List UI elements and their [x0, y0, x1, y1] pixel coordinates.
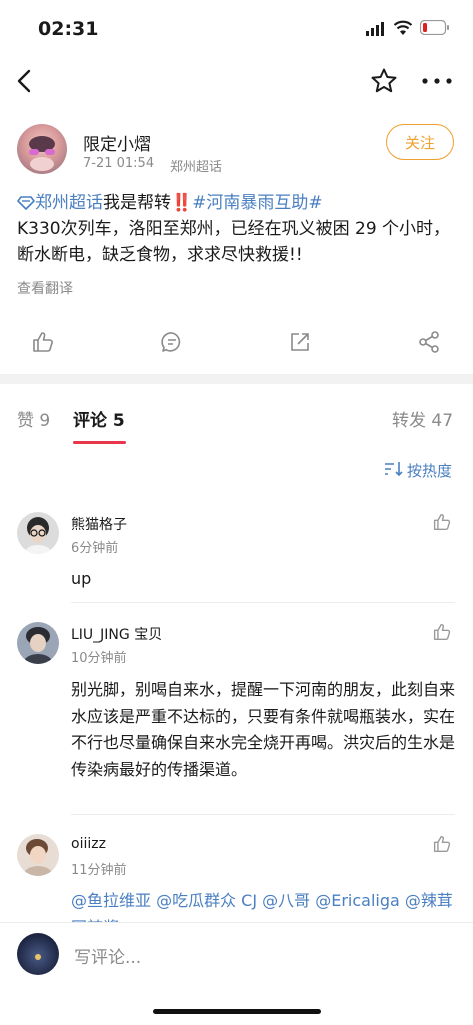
like-icon[interactable] [32, 331, 54, 353]
hashtag-link[interactable]: #河南暴雨互助# [192, 193, 323, 213]
my-avatar[interactable] [17, 933, 59, 975]
topic-link[interactable]: 郑州超话 [35, 193, 103, 213]
chevron-left-icon[interactable] [14, 68, 36, 94]
wifi-icon [393, 20, 413, 36]
share-icon[interactable] [289, 331, 311, 353]
comment-avatar[interactable] [17, 834, 59, 876]
comment-time: 6分钟前 [71, 541, 119, 556]
forward-icon[interactable] [418, 331, 440, 353]
comment-icon[interactable] [161, 331, 183, 353]
tab-reposts[interactable]: 转发 47 [392, 406, 453, 431]
translate-link[interactable]: 查看翻译 [17, 278, 73, 298]
sort-icon[interactable] [384, 461, 404, 477]
comment-like-icon[interactable] [433, 513, 451, 531]
home-indicator [153, 1009, 321, 1014]
comment-avatar[interactable] [17, 622, 59, 664]
diamond-icon [17, 196, 35, 210]
battery-icon [420, 20, 450, 35]
comment-author[interactable]: 熊猫格子 [71, 514, 127, 534]
sort-label[interactable]: 按热度 [407, 460, 452, 481]
comment-text: up [71, 569, 92, 588]
post-text: 郑州超话我是帮转‼️#河南暴雨互助# K330次列车，洛阳至郑州，已经在巩义被困… [17, 190, 461, 268]
nav-bar [0, 58, 473, 106]
post-source[interactable]: 郑州超话 [170, 156, 222, 175]
comment-avatar[interactable] [17, 512, 59, 554]
post-body: K330次列车，洛阳至郑州，已经在巩义被困 29 个小时，断水断电，缺乏食物，求… [17, 219, 451, 265]
post-lead: 我是帮转 [103, 193, 171, 213]
post-time: 7-21 01:54 [83, 156, 155, 171]
composer-bar: 写评论... [0, 922, 473, 1025]
tab-active-indicator [73, 441, 126, 444]
author-avatar[interactable] [17, 124, 67, 174]
comment-divider [71, 602, 455, 603]
follow-button[interactable]: 关注 [386, 124, 454, 160]
alarm-emoji: ‼️ [171, 193, 193, 213]
comment-author[interactable]: oiiizz [71, 836, 106, 852]
comment-mentions[interactable]: @鱼拉维亚 @吃瓜群众 CJ @八哥 @Ericaliga @辣茸困辣酱 [71, 888, 457, 924]
signal-icon [366, 22, 386, 36]
comment-like-icon[interactable] [433, 623, 451, 641]
star-icon[interactable] [370, 67, 398, 95]
author-name[interactable]: 限定小熠 [83, 130, 151, 155]
section-divider [0, 374, 473, 384]
more-icon[interactable] [422, 78, 452, 84]
status-time: 02:31 [38, 18, 99, 40]
status-bar: 02:31 [0, 0, 473, 56]
comment-divider [71, 814, 455, 815]
comment-author[interactable]: LIU_JING 宝贝 [71, 624, 162, 644]
comment-time: 11分钟前 [71, 863, 127, 878]
comment-time: 10分钟前 [71, 651, 127, 666]
comment-text: 别光脚，别喝自来水，提醒一下河南的朋友，此刻自来水应该是严重不达标的，只要有条件… [71, 680, 456, 779]
tab-comments[interactable]: 评论 5 [73, 406, 125, 431]
tab-likes[interactable]: 赞 9 [17, 406, 50, 431]
comment-like-icon[interactable] [433, 835, 451, 853]
comment-input[interactable]: 写评论... [74, 943, 141, 968]
